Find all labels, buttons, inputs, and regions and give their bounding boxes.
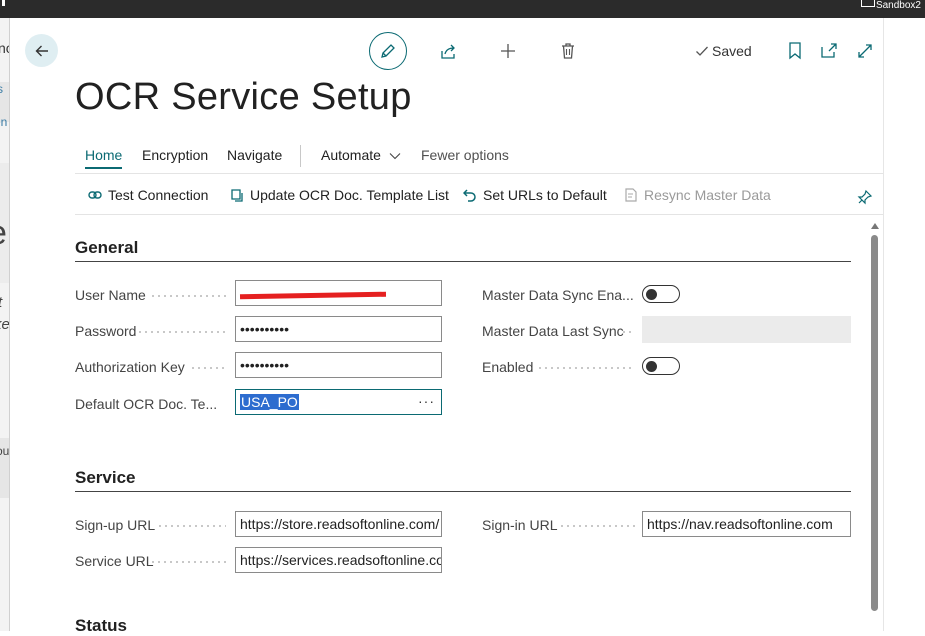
bookmark-button[interactable] [785, 40, 805, 62]
toggle-knob [646, 288, 657, 300]
top-bar-mark [2, 0, 5, 6]
expand-icon [858, 44, 872, 58]
environment-icon [861, 0, 875, 7]
tab-automate-label: Automate [321, 147, 381, 163]
section-divider [75, 491, 851, 492]
background-text: ou [0, 444, 10, 458]
pencil-icon [381, 44, 395, 58]
master-sync-enabled-toggle[interactable] [642, 285, 680, 303]
enabled-label: Enabled [482, 359, 534, 375]
vertical-scrollbar[interactable] [871, 235, 878, 611]
password-label: Password [75, 323, 137, 339]
edit-button[interactable] [369, 32, 407, 70]
tab-encryption[interactable]: Encryption [142, 147, 208, 163]
leader-dots [621, 331, 635, 333]
tab-separator [300, 145, 301, 167]
default-template-field[interactable]: USA_PO ··· [235, 389, 442, 415]
leader-dots [157, 525, 226, 527]
pin-action-bar-button[interactable] [856, 188, 874, 206]
authorization-key-label: Authorization Key [75, 359, 185, 375]
leader-dots [150, 561, 226, 563]
user-name-field[interactable] [235, 280, 442, 306]
section-status-heading[interactable]: Status [75, 616, 127, 636]
set-urls-default-button[interactable]: Set URLs to Default [463, 187, 607, 203]
tab-navigate[interactable]: Navigate [227, 147, 282, 163]
action-bar-divider [75, 214, 883, 215]
resync-master-data-label: Resync Master Data [644, 187, 771, 203]
signin-url-field[interactable]: https://nav.readsoftonline.com [642, 511, 851, 537]
environment-name: Sandbox2 [875, 0, 921, 11]
toggle-knob [646, 360, 657, 372]
leader-dots [150, 295, 226, 297]
default-template-value: USA_PO [240, 394, 299, 410]
background-text: e [0, 214, 7, 253]
tab-automate[interactable]: Automate [321, 147, 401, 163]
back-button[interactable] [25, 34, 58, 67]
open-in-new-icon [821, 43, 837, 58]
service-url-label: Service URL [75, 553, 154, 569]
service-url-field[interactable]: https://services.readsoftonline.co [235, 547, 442, 573]
plus-icon [501, 44, 515, 58]
share-button[interactable] [437, 41, 459, 63]
authorization-key-field[interactable]: •••••••••• [235, 352, 442, 378]
master-last-sync-value [642, 316, 851, 343]
chevron-down-icon [389, 153, 401, 160]
copy-document-icon [231, 189, 243, 202]
master-last-sync-label: Master Data Last Sync [482, 323, 624, 339]
top-bar: Sandbox2 [0, 0, 925, 18]
background-text: t [0, 294, 2, 311]
pin-icon [857, 189, 873, 205]
tab-home[interactable]: Home [85, 147, 123, 169]
action-bar-divider [75, 173, 883, 174]
undo-icon [463, 189, 476, 202]
open-new-window-button[interactable] [818, 40, 840, 62]
share-icon [441, 44, 455, 59]
fewer-options-button[interactable]: Fewer options [421, 147, 509, 163]
leader-dots [190, 367, 226, 369]
signin-url-label: Sign-in URL [482, 517, 558, 533]
trash-icon [562, 43, 574, 59]
password-field[interactable]: •••••••••• [235, 316, 442, 342]
leader-dots [137, 331, 226, 333]
redaction-mark [239, 291, 387, 300]
background-text: s [0, 82, 3, 96]
master-sync-enabled-label: Master Data Sync Ena... [482, 287, 634, 303]
user-name-label: User Name [75, 287, 146, 303]
resync-master-data-button[interactable]: Resync Master Data [624, 187, 771, 203]
default-template-label: Default OCR Doc. Te... [75, 396, 218, 412]
scroll-up-arrow[interactable] [871, 223, 879, 229]
background-text: en [0, 115, 8, 129]
checkmark-icon [696, 46, 708, 56]
saved-status: Saved [695, 43, 752, 59]
expand-button[interactable] [854, 40, 876, 62]
update-template-list-button[interactable]: Update OCR Doc. Template List [230, 187, 449, 203]
saved-label: Saved [712, 43, 752, 59]
document-sync-icon [625, 188, 637, 202]
section-general-heading[interactable]: General [75, 238, 138, 258]
lookup-ellipsis-button[interactable]: ··· [418, 390, 435, 413]
test-connection-label: Test Connection [108, 187, 209, 203]
delete-button[interactable] [557, 40, 579, 62]
section-divider [75, 261, 851, 262]
set-urls-default-label: Set URLs to Default [483, 187, 607, 203]
bookmark-icon [789, 42, 801, 60]
page-title: OCR Service Setup [75, 76, 412, 118]
new-button[interactable] [497, 40, 519, 62]
leader-dots [559, 525, 635, 527]
test-connection-button[interactable]: Test Connection [88, 187, 208, 203]
update-template-list-label: Update OCR Doc. Template List [250, 187, 449, 203]
enabled-toggle[interactable] [642, 357, 680, 375]
signup-url-field[interactable]: https://store.readsoftonline.com/ [235, 511, 442, 537]
link-icon [88, 191, 102, 199]
arrow-left-icon [35, 45, 48, 56]
page-edge [9, 18, 10, 631]
signup-url-label: Sign-up URL [75, 517, 156, 533]
leader-dots [537, 367, 635, 369]
section-service-heading[interactable]: Service [75, 468, 136, 488]
page-border [883, 18, 884, 631]
